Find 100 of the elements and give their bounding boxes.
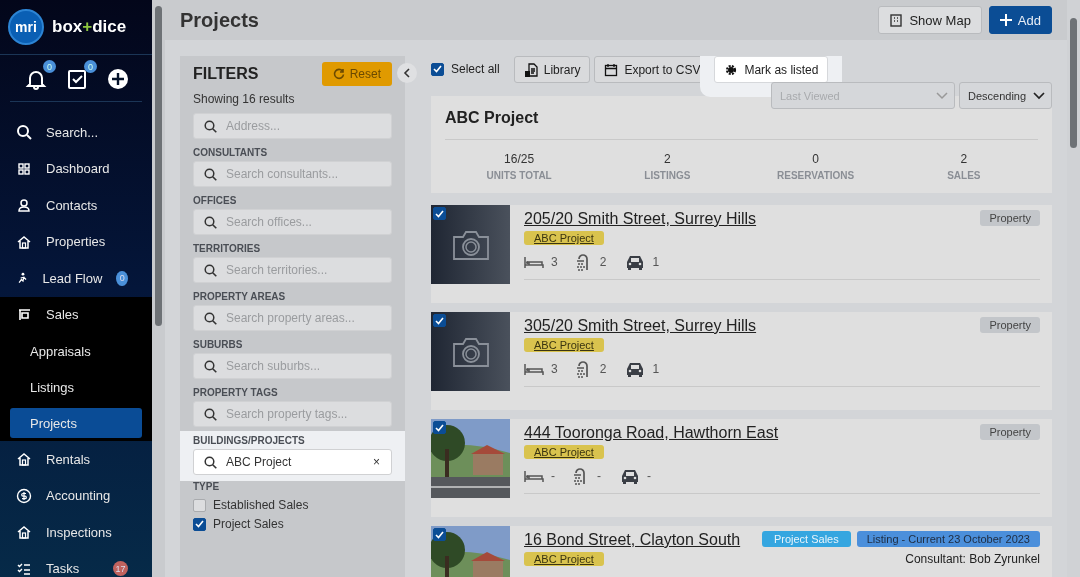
nav-item[interactable]: Rentals bbox=[0, 441, 152, 478]
nav-item[interactable]: Lead Flow 0 bbox=[0, 260, 152, 297]
checkbox[interactable] bbox=[433, 421, 446, 434]
checkbox[interactable] bbox=[193, 517, 206, 531]
checkbox[interactable] bbox=[433, 207, 446, 220]
stat-label: LISTINGS bbox=[644, 170, 691, 181]
search-icon bbox=[204, 168, 217, 181]
nav-item[interactable]: Appraisals bbox=[0, 333, 152, 369]
search-icon bbox=[204, 120, 217, 133]
sign-icon bbox=[16, 306, 32, 323]
search-field[interactable]: Search property tags... bbox=[193, 401, 392, 427]
bath-count: - bbox=[597, 469, 601, 483]
stat-label: RESERVATIONS bbox=[777, 170, 855, 181]
search-field[interactable]: Search property areas... bbox=[193, 305, 392, 331]
search-field[interactable]: Search consultants... bbox=[193, 161, 392, 187]
status-badge: Project Sales bbox=[761, 531, 851, 547]
reset-icon bbox=[332, 68, 345, 80]
car-count: 1 bbox=[652, 362, 660, 376]
bed-count: - bbox=[551, 469, 555, 483]
listing-title-link[interactable]: 205/20 Smith Street, Surrey Hills bbox=[524, 210, 757, 228]
stat-label: UNITS TOTAL bbox=[486, 170, 552, 181]
search-icon bbox=[204, 264, 217, 277]
checkbox[interactable] bbox=[433, 314, 446, 327]
brand-name: box+dice bbox=[52, 17, 127, 37]
search-icon bbox=[204, 312, 217, 325]
gear-icon bbox=[724, 62, 739, 77]
count-badge: 0 bbox=[116, 270, 128, 286]
bed-icon bbox=[524, 256, 544, 268]
add-icon[interactable] bbox=[106, 67, 130, 91]
check-icon bbox=[195, 520, 204, 528]
search-field[interactable]: Search suburbs... bbox=[193, 353, 392, 379]
check-icon bbox=[433, 65, 442, 73]
car-count: 1 bbox=[652, 255, 660, 269]
listing-title-link[interactable]: 444 Tooronga Road, Hawthorn East bbox=[524, 424, 779, 442]
project-tag[interactable]: ABC Project bbox=[524, 338, 604, 352]
stat-value: 16/25 bbox=[504, 152, 535, 166]
status-badge: Listing - Current 23 October 2023 bbox=[856, 531, 1040, 547]
car-icon bbox=[625, 361, 646, 377]
check-icon bbox=[435, 209, 444, 218]
filter-heading: PROPERTY AREAS bbox=[193, 291, 287, 302]
house-icon bbox=[16, 524, 32, 541]
nav-item[interactable]: Inspections bbox=[0, 514, 152, 551]
results-count: Showing 16 results bbox=[193, 92, 296, 106]
clear-button[interactable]: × bbox=[373, 455, 380, 469]
filter-heading: TERRITORIES bbox=[193, 243, 262, 254]
filter-heading: TYPE bbox=[193, 481, 221, 492]
checkbox-label: Established Sales bbox=[213, 498, 309, 512]
nav-item[interactable]: Tasks 17 bbox=[0, 550, 152, 577]
search-icon bbox=[16, 124, 32, 141]
bed-icon bbox=[524, 363, 544, 375]
listing-title-link[interactable]: 16 Bond Street, Clayton South bbox=[524, 531, 741, 549]
nav-item[interactable]: Projects bbox=[10, 408, 142, 438]
nav-item[interactable]: Dashboard bbox=[0, 150, 152, 187]
scrollbar[interactable] bbox=[152, 0, 165, 577]
show-map-button[interactable]: Show Map bbox=[878, 6, 982, 34]
collapse-button[interactable] bbox=[397, 63, 417, 83]
search-field[interactable]: Search territories... bbox=[193, 257, 392, 283]
calendar-icon bbox=[604, 62, 619, 77]
house-icon bbox=[16, 233, 32, 250]
grid-icon bbox=[16, 160, 32, 177]
checkbox-label: Select all bbox=[451, 62, 500, 76]
add-button[interactable]: Add bbox=[988, 6, 1052, 34]
check-icon bbox=[435, 316, 444, 325]
sort-dropdown[interactable]: Descending bbox=[959, 82, 1052, 109]
project-tag[interactable]: ABC Project bbox=[524, 445, 604, 459]
search-field[interactable]: Address... bbox=[193, 113, 392, 139]
page-title: Projects bbox=[180, 8, 259, 32]
nav-item[interactable]: Sales bbox=[0, 296, 152, 333]
building-icon bbox=[889, 13, 904, 27]
filter-heading: SUBURBS bbox=[193, 339, 244, 350]
logo: mri bbox=[8, 9, 44, 45]
checkbox[interactable] bbox=[433, 528, 446, 541]
library-button[interactable]: Library bbox=[513, 56, 591, 83]
checkbox[interactable] bbox=[193, 498, 206, 512]
project-title: ABC Project bbox=[445, 109, 1038, 140]
project-tag[interactable]: ABC Project bbox=[524, 552, 604, 566]
filter-heading: PROPERTY TAGS bbox=[193, 387, 279, 398]
checkbox-label: Project Sales bbox=[213, 517, 284, 531]
search-field[interactable]: Search offices... bbox=[193, 209, 392, 235]
nav-item[interactable]: Contacts bbox=[0, 187, 152, 224]
status-badge: Property bbox=[980, 210, 1040, 226]
clipboard-check-icon[interactable] bbox=[65, 67, 89, 91]
nav-item[interactable]: Search... bbox=[0, 114, 152, 151]
bed-count: 3 bbox=[551, 255, 558, 269]
checkbox[interactable] bbox=[431, 62, 444, 76]
chevron-down-icon bbox=[1033, 91, 1045, 100]
car-icon bbox=[620, 468, 640, 484]
house-icon bbox=[16, 451, 32, 468]
check-icon bbox=[435, 423, 444, 432]
nav-item[interactable]: Properties bbox=[0, 223, 152, 260]
dollar-icon bbox=[16, 487, 32, 504]
stat-value: 2 bbox=[664, 152, 671, 166]
listing-title-link[interactable]: 305/20 Smith Street, Surrey Hills bbox=[524, 317, 757, 335]
project-tag[interactable]: ABC Project bbox=[524, 231, 604, 245]
consultant-text: Consultant: Bob Zyrunkel bbox=[905, 552, 1040, 566]
count-badge: 0 bbox=[84, 60, 97, 73]
nav-item[interactable]: Listings bbox=[0, 369, 152, 405]
nav-item[interactable]: Accounting bbox=[0, 477, 152, 514]
status-badge: Property bbox=[980, 424, 1040, 440]
car-icon bbox=[625, 254, 646, 270]
